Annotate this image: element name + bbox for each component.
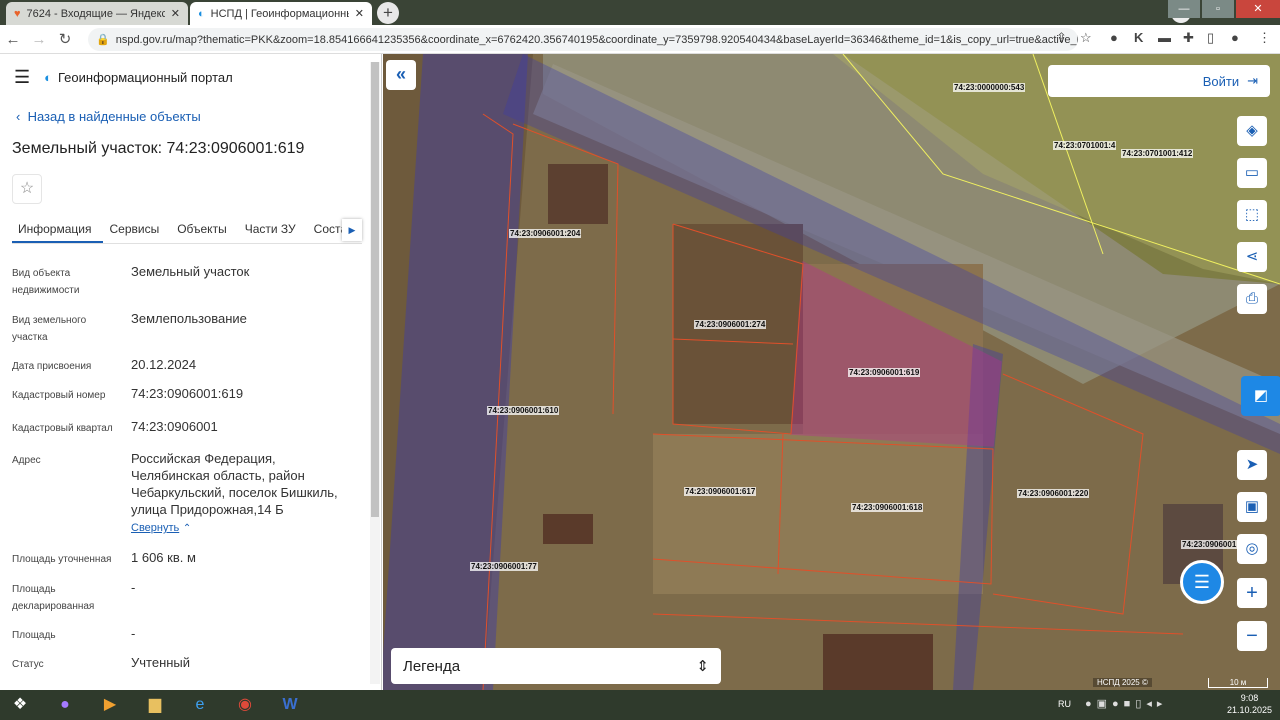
extension-icon[interactable]: ▬ — [1158, 30, 1171, 45]
lock-icon: 🔒 — [96, 34, 110, 46]
parcel-label[interactable]: 74:23:0906001:77 — [470, 562, 538, 571]
chat-button[interactable]: ☰ — [1180, 560, 1224, 604]
ruler-button[interactable]: ▭ — [1237, 158, 1267, 188]
map-view[interactable]: 74:23:0906001:204 74:23:0906001:274 74:2… — [383, 54, 1280, 690]
mail-icon: ♥ — [14, 7, 21, 20]
browser-tabbar: ♥7624 - Входящие — Яндекс Почта✕ ◐НСПД |… — [0, 0, 1280, 25]
close-tab-icon[interactable]: ✕ — [171, 7, 180, 20]
word-icon[interactable]: W — [272, 691, 308, 719]
tray-icons[interactable]: ●▣●■▯◂▸ — [1085, 697, 1167, 710]
parcel-label[interactable]: 74:23:0701001:4 — [1053, 141, 1117, 150]
forward-button[interactable]: → — [26, 31, 52, 48]
copyright: НСПД 2025 © — [1093, 678, 1152, 687]
collapse-address-link[interactable]: Свернуть — [131, 522, 179, 534]
side-panel-icon[interactable]: ▯ — [1207, 30, 1214, 46]
maximize-button[interactable]: ▫ — [1202, 0, 1234, 18]
layers-button[interactable]: ◈ — [1237, 116, 1267, 146]
menu-icon[interactable]: ☰ — [14, 67, 30, 88]
parcel-label[interactable]: 74:23:0906001:617 — [684, 487, 757, 496]
language-indicator[interactable]: RU — [1058, 699, 1071, 709]
media-player-icon[interactable]: ▶ — [92, 691, 128, 719]
minimap-button[interactable]: ▣ — [1237, 492, 1267, 522]
parcel-label[interactable]: 74:23:0906001 — [1181, 540, 1238, 549]
app-title: Геоинформационный портал — [58, 70, 233, 85]
info-tabs: Информация Сервисы Объекты Части ЗУ Сост… — [12, 214, 362, 244]
parcel-label-selected[interactable]: 74:23:0906001:619 — [848, 368, 921, 377]
tab-parts[interactable]: Части ЗУ — [239, 214, 308, 243]
profile-avatar[interactable]: ● — [1231, 30, 1239, 45]
kaspersky-extension-icon[interactable]: K — [1134, 30, 1143, 45]
logo-icon: ◐ — [44, 70, 52, 85]
object-title: Земельный участок: 74:23:0906001:619 — [12, 140, 305, 157]
location-search-button[interactable]: ◎ — [1237, 534, 1267, 564]
start-button[interactable]: ❖ — [2, 691, 38, 719]
info-panel: ☰ ◐ Геоинформационный портал ‹ Назад в най… — [0, 54, 382, 690]
reload-button[interactable]: ↻ — [52, 30, 78, 48]
select-area-button[interactable]: ⬚ — [1237, 200, 1267, 230]
parcel-label[interactable]: 74:23:0000000:543 — [953, 83, 1026, 92]
tabs-scroll-right-button[interactable]: ▶ — [342, 219, 362, 241]
back-to-results-link[interactable]: ‹ Назад в найденные объекты — [16, 109, 201, 124]
parcel-label[interactable]: 74:23:0906001:220 — [1017, 489, 1090, 498]
explorer-icon[interactable]: ▆ — [137, 691, 173, 719]
url-input[interactable]: 🔒 nspd.gov.ru/map?thematic=PKK&zoom=18.85… — [88, 28, 1078, 51]
share-icon[interactable]: ⇪ — [1056, 30, 1067, 46]
extensions-puzzle-icon[interactable]: ✚ — [1183, 30, 1194, 46]
tab-nspd[interactable]: ◐НСПД | Геоинформационный портал✕ — [190, 2, 372, 25]
internet-explorer-icon[interactable]: e — [182, 691, 218, 719]
bookmark-star-icon[interactable]: ☆ — [1080, 30, 1092, 46]
chevron-updown-icon: ⇕ — [696, 658, 709, 675]
chevron-up-icon[interactable]: ⌃ — [183, 523, 191, 534]
login-icon: ⇥ — [1247, 73, 1258, 88]
address-bar-row: ← → ↻ 🔒 nspd.gov.ru/map?thematic=PKK&zoom… — [0, 25, 1280, 54]
collapse-panel-button[interactable]: « — [386, 60, 416, 90]
chrome-icon[interactable]: ◉ — [227, 691, 263, 719]
geolocation-button[interactable]: ➤ — [1237, 450, 1267, 480]
extension-icon[interactable]: ● — [1110, 30, 1118, 45]
clock[interactable]: 9:08 21.10.2025 — [1227, 692, 1272, 716]
zoom-out-button[interactable]: − — [1237, 621, 1267, 651]
taskbar: ❖ ● ▶ ▆ e ◉ W RU ●▣●■▯◂▸ 9:08 21.10.2025 — [0, 690, 1280, 720]
new-tab-button[interactable]: + — [377, 2, 399, 24]
parcel-label[interactable]: 74:23:0701001:412 — [1121, 149, 1194, 158]
close-tab-icon[interactable]: ✕ — [355, 7, 364, 20]
parcel-label[interactable]: 74:23:0906001:610 — [487, 406, 560, 415]
back-button[interactable]: ← — [0, 31, 26, 48]
zoom-in-button[interactable]: + — [1237, 578, 1267, 608]
tab-info[interactable]: Информация — [12, 214, 104, 243]
minimize-button[interactable]: — — [1168, 0, 1200, 18]
tab-mail[interactable]: ♥7624 - Входящие — Яндекс Почта✕ — [6, 2, 188, 25]
login-button[interactable]: Войти ⇥ — [1048, 65, 1270, 97]
feedback-button[interactable]: ◩ — [1241, 376, 1280, 416]
tab-services[interactable]: Сервисы — [103, 214, 171, 243]
alice-icon[interactable]: ● — [47, 691, 83, 719]
share-button[interactable]: ⋖ — [1237, 242, 1267, 272]
scale-bar: 10 м — [1208, 678, 1268, 688]
parcel-label[interactable]: 74:23:0906001:274 — [694, 320, 767, 329]
parcel-label[interactable]: 74:23:0906001:618 — [851, 503, 924, 512]
nspd-favicon-icon: ◐ — [198, 7, 205, 20]
parcel-label[interactable]: 74:23:0906001:204 — [509, 229, 582, 238]
print-button[interactable]: ⎙ — [1237, 284, 1267, 314]
close-window-button[interactable]: ✕ — [1236, 0, 1280, 18]
panel-scrollbar[interactable] — [370, 62, 380, 684]
favorite-star-button[interactable]: ☆ — [12, 174, 42, 204]
tab-objects[interactable]: Объекты — [171, 214, 239, 243]
legend-dropdown[interactable]: Легенда ⇕ — [391, 648, 721, 684]
menu-kebab-icon[interactable]: ⋮ — [1258, 30, 1271, 46]
